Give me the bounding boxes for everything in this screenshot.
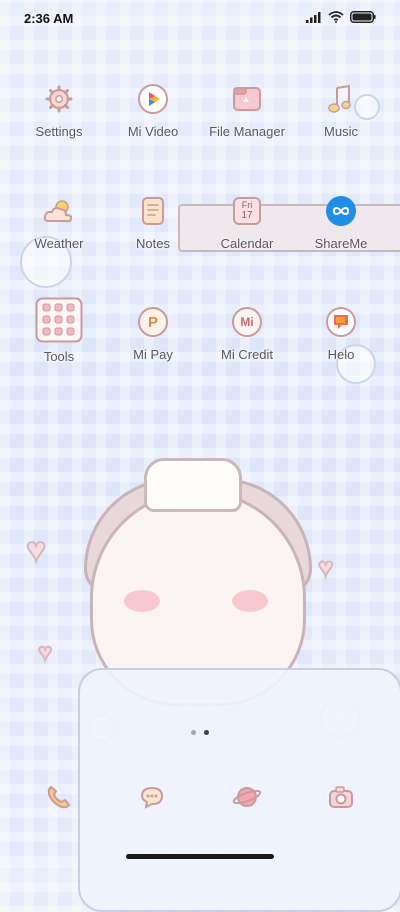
app-mi-pay[interactable]: P Mi Pay [103, 305, 203, 362]
app-file-manager[interactable]: File Manager [197, 82, 297, 139]
page-dot[interactable] [191, 730, 196, 735]
music-note-icon [324, 82, 358, 116]
message-bubble-icon [138, 783, 166, 816]
calendar-day-number: 17 [241, 210, 253, 221]
page-indicator[interactable] [0, 730, 400, 735]
calendar-day-name: Fri [241, 200, 253, 210]
tools-grid-icon [35, 297, 83, 343]
play-triangle-icon [136, 82, 170, 116]
app-shareme[interactable]: ShareMe [291, 194, 391, 251]
heart-icon: ♥ [25, 531, 47, 569]
app-mi-video[interactable]: Mi Video [103, 82, 203, 139]
folder-icon [230, 82, 264, 116]
mi-credit-glyph: Mi [240, 315, 254, 329]
app-notes[interactable]: Notes [103, 194, 203, 251]
dock-phone[interactable] [42, 782, 76, 816]
app-weather[interactable]: Weather [9, 194, 109, 251]
settings-gear-icon [42, 82, 76, 116]
wallpaper-cheek [232, 590, 268, 612]
app-label: ShareMe [314, 236, 368, 251]
app-label: Mi Pay [133, 347, 173, 362]
app-label: Music [324, 124, 358, 139]
app-label: Calendar [220, 236, 274, 251]
page-dot-active[interactable] [204, 730, 209, 735]
battery-icon [350, 11, 376, 23]
heart-icon: ♥ [37, 639, 53, 666]
heart-icon: ♥ [317, 552, 334, 582]
browser-planet-icon [232, 783, 262, 816]
signal-icon [306, 11, 322, 23]
cloud-sun-icon [42, 194, 76, 228]
phone-handset-icon [45, 783, 73, 816]
app-label: Helo [327, 347, 355, 362]
wallpaper-cheek [124, 590, 160, 612]
helo-icon [324, 305, 358, 339]
app-label: File Manager [209, 124, 285, 139]
camera-icon [327, 784, 355, 815]
infinity-icon [324, 194, 358, 228]
dock-browser[interactable] [230, 782, 264, 816]
status-time: 2:36 AM [24, 11, 74, 26]
home-indicator[interactable] [126, 854, 274, 859]
app-settings[interactable]: Settings [9, 82, 109, 139]
app-label: Tools [43, 349, 75, 364]
app-label: Weather [34, 236, 84, 251]
app-label: Settings [35, 124, 83, 139]
status-bar: 2:36 AM [0, 0, 400, 36]
mi-pay-p-icon: P [136, 305, 170, 339]
wallpaper-towel [144, 458, 242, 512]
mi-pay-glyph: P [147, 313, 158, 331]
app-tools[interactable]: Tools [9, 297, 109, 364]
app-label: Mi Video [127, 124, 179, 139]
mi-credit-icon: Mi [230, 305, 264, 339]
app-music[interactable]: Music [291, 82, 391, 139]
calendar-icon: Fri 17 [230, 194, 264, 228]
app-label: Notes [136, 236, 170, 251]
notepad-icon [136, 194, 170, 228]
dock-camera[interactable] [324, 782, 358, 816]
status-icons [306, 11, 376, 23]
app-label: Mi Credit [220, 347, 273, 362]
dock-messaging[interactable] [135, 782, 169, 816]
app-calendar[interactable]: Fri 17 Calendar [197, 194, 297, 251]
app-helo[interactable]: Helo [291, 305, 391, 362]
wifi-icon [328, 11, 344, 23]
app-mi-credit[interactable]: Mi Mi Credit [197, 305, 297, 362]
